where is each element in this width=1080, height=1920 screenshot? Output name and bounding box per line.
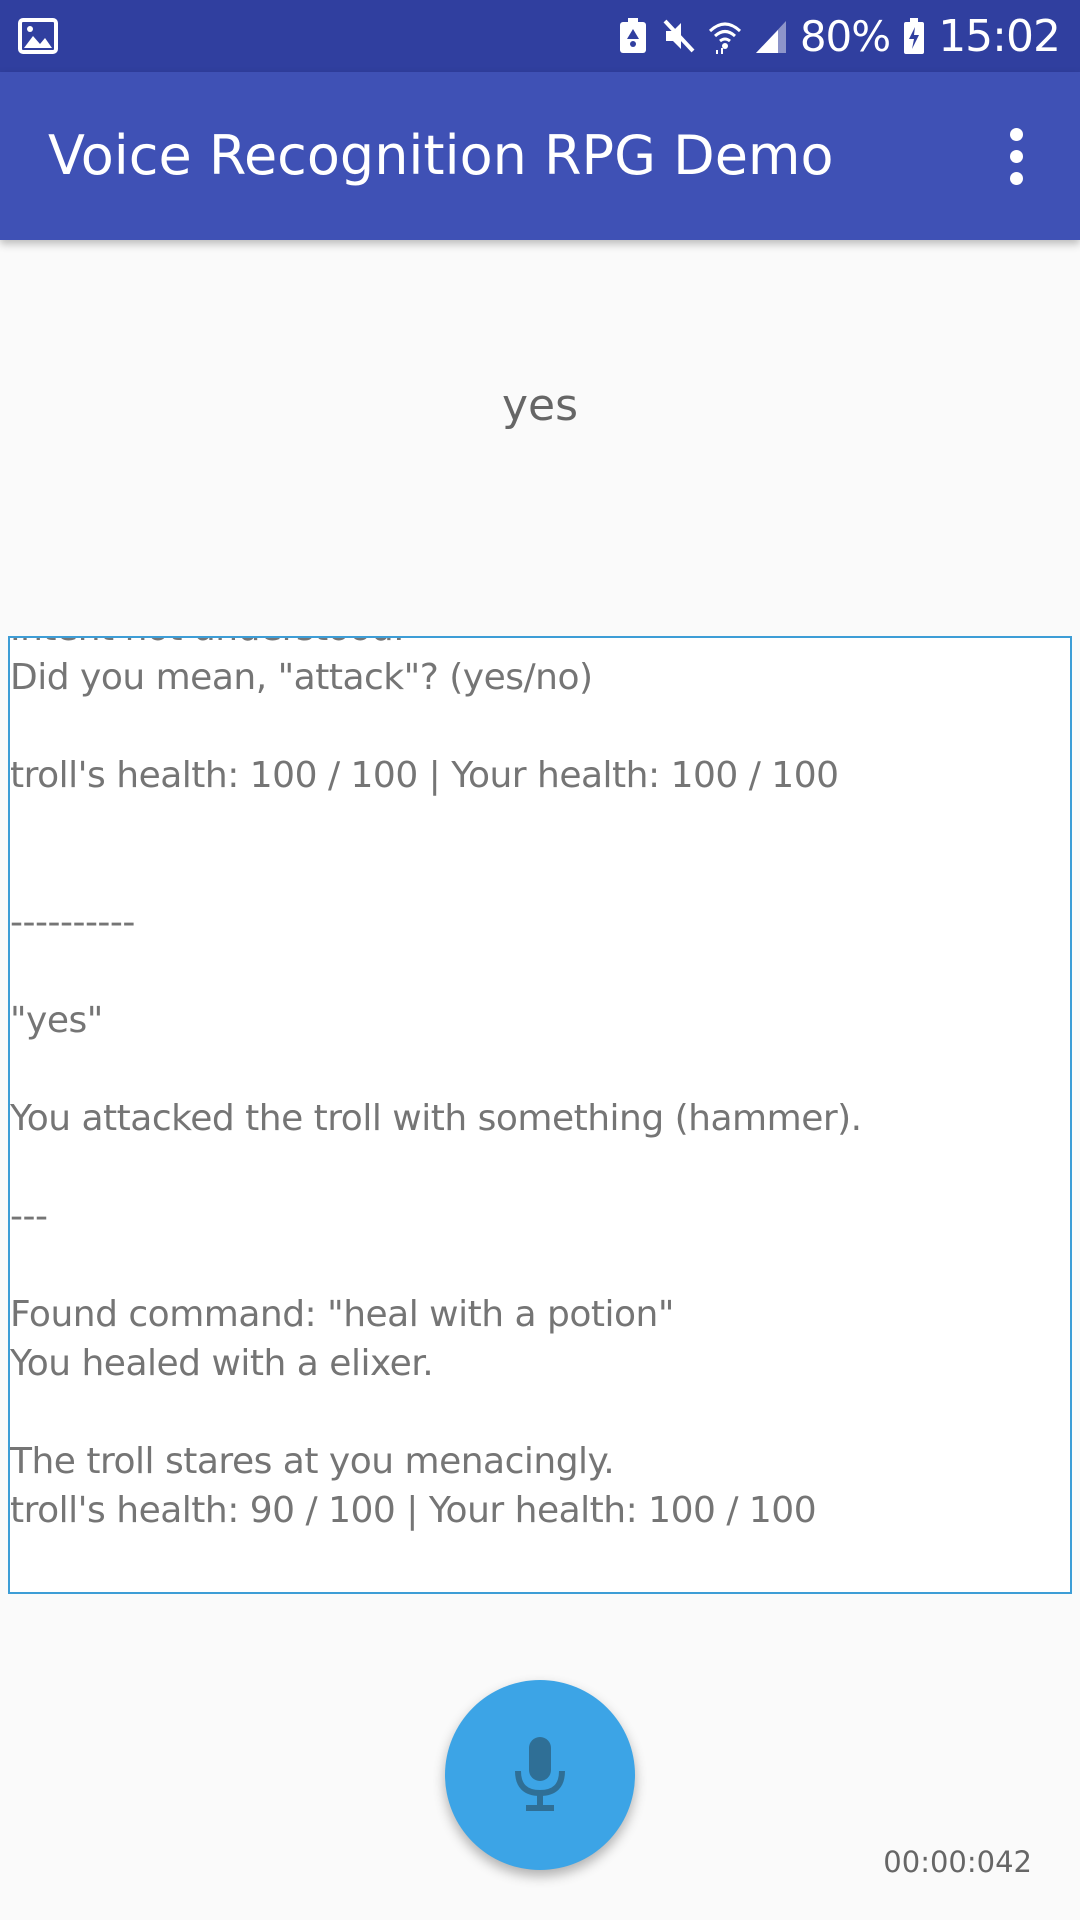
- menu-dot: [1009, 171, 1023, 185]
- log-line: ---: [10, 1196, 48, 1237]
- log-line: Intent not understood.: [10, 638, 1070, 653]
- log-line: troll's health: 100 / 100 | Your health:…: [10, 755, 839, 796]
- battery-charging-icon: [904, 18, 925, 54]
- battery-percent: 80%: [799, 11, 891, 61]
- app-title: Voice Recognition RPG Demo: [48, 124, 834, 187]
- mic-button[interactable]: [445, 1680, 635, 1870]
- status-time: 15:02: [938, 10, 1061, 62]
- log-line: "yes": [10, 1000, 103, 1041]
- status-icons: 80% 15:02: [616, 0, 1061, 72]
- log-line: Did you mean, "attack"? (yes/no): [10, 657, 593, 698]
- log-line: ----------: [10, 902, 135, 943]
- status-bar: 80% 15:02: [0, 0, 1080, 72]
- recognized-text: yes: [501, 380, 579, 431]
- log-line: You healed with a elixer.: [10, 1343, 434, 1384]
- mute-icon: [663, 19, 695, 53]
- microphone-icon: [515, 1737, 565, 1811]
- app-bar: Voice Recognition RPG Demo: [0, 72, 1080, 240]
- signal-icon: [755, 21, 786, 53]
- more-vert-icon[interactable]: [980, 116, 1052, 196]
- battery-saver-icon: [619, 18, 646, 53]
- game-log-content: Intent not understood. Did you mean, "att…: [10, 638, 1070, 1535]
- log-line: Found command: "heal with a potion": [10, 1294, 674, 1335]
- menu-dot: [1009, 127, 1023, 141]
- image-icon: [18, 18, 58, 54]
- menu-dot: [1009, 149, 1023, 163]
- log-line: troll's health: 90 / 100 | Your health: …: [10, 1490, 817, 1531]
- game-log[interactable]: Intent not understood. Did you mean, "att…: [8, 636, 1072, 1594]
- wifi-icon: [708, 22, 741, 54]
- log-line: You attacked the troll with something (h…: [10, 1098, 862, 1139]
- elapsed-timer: 00:00:042: [883, 1845, 1032, 1879]
- log-line: The troll stares at you menacingly.: [10, 1441, 615, 1482]
